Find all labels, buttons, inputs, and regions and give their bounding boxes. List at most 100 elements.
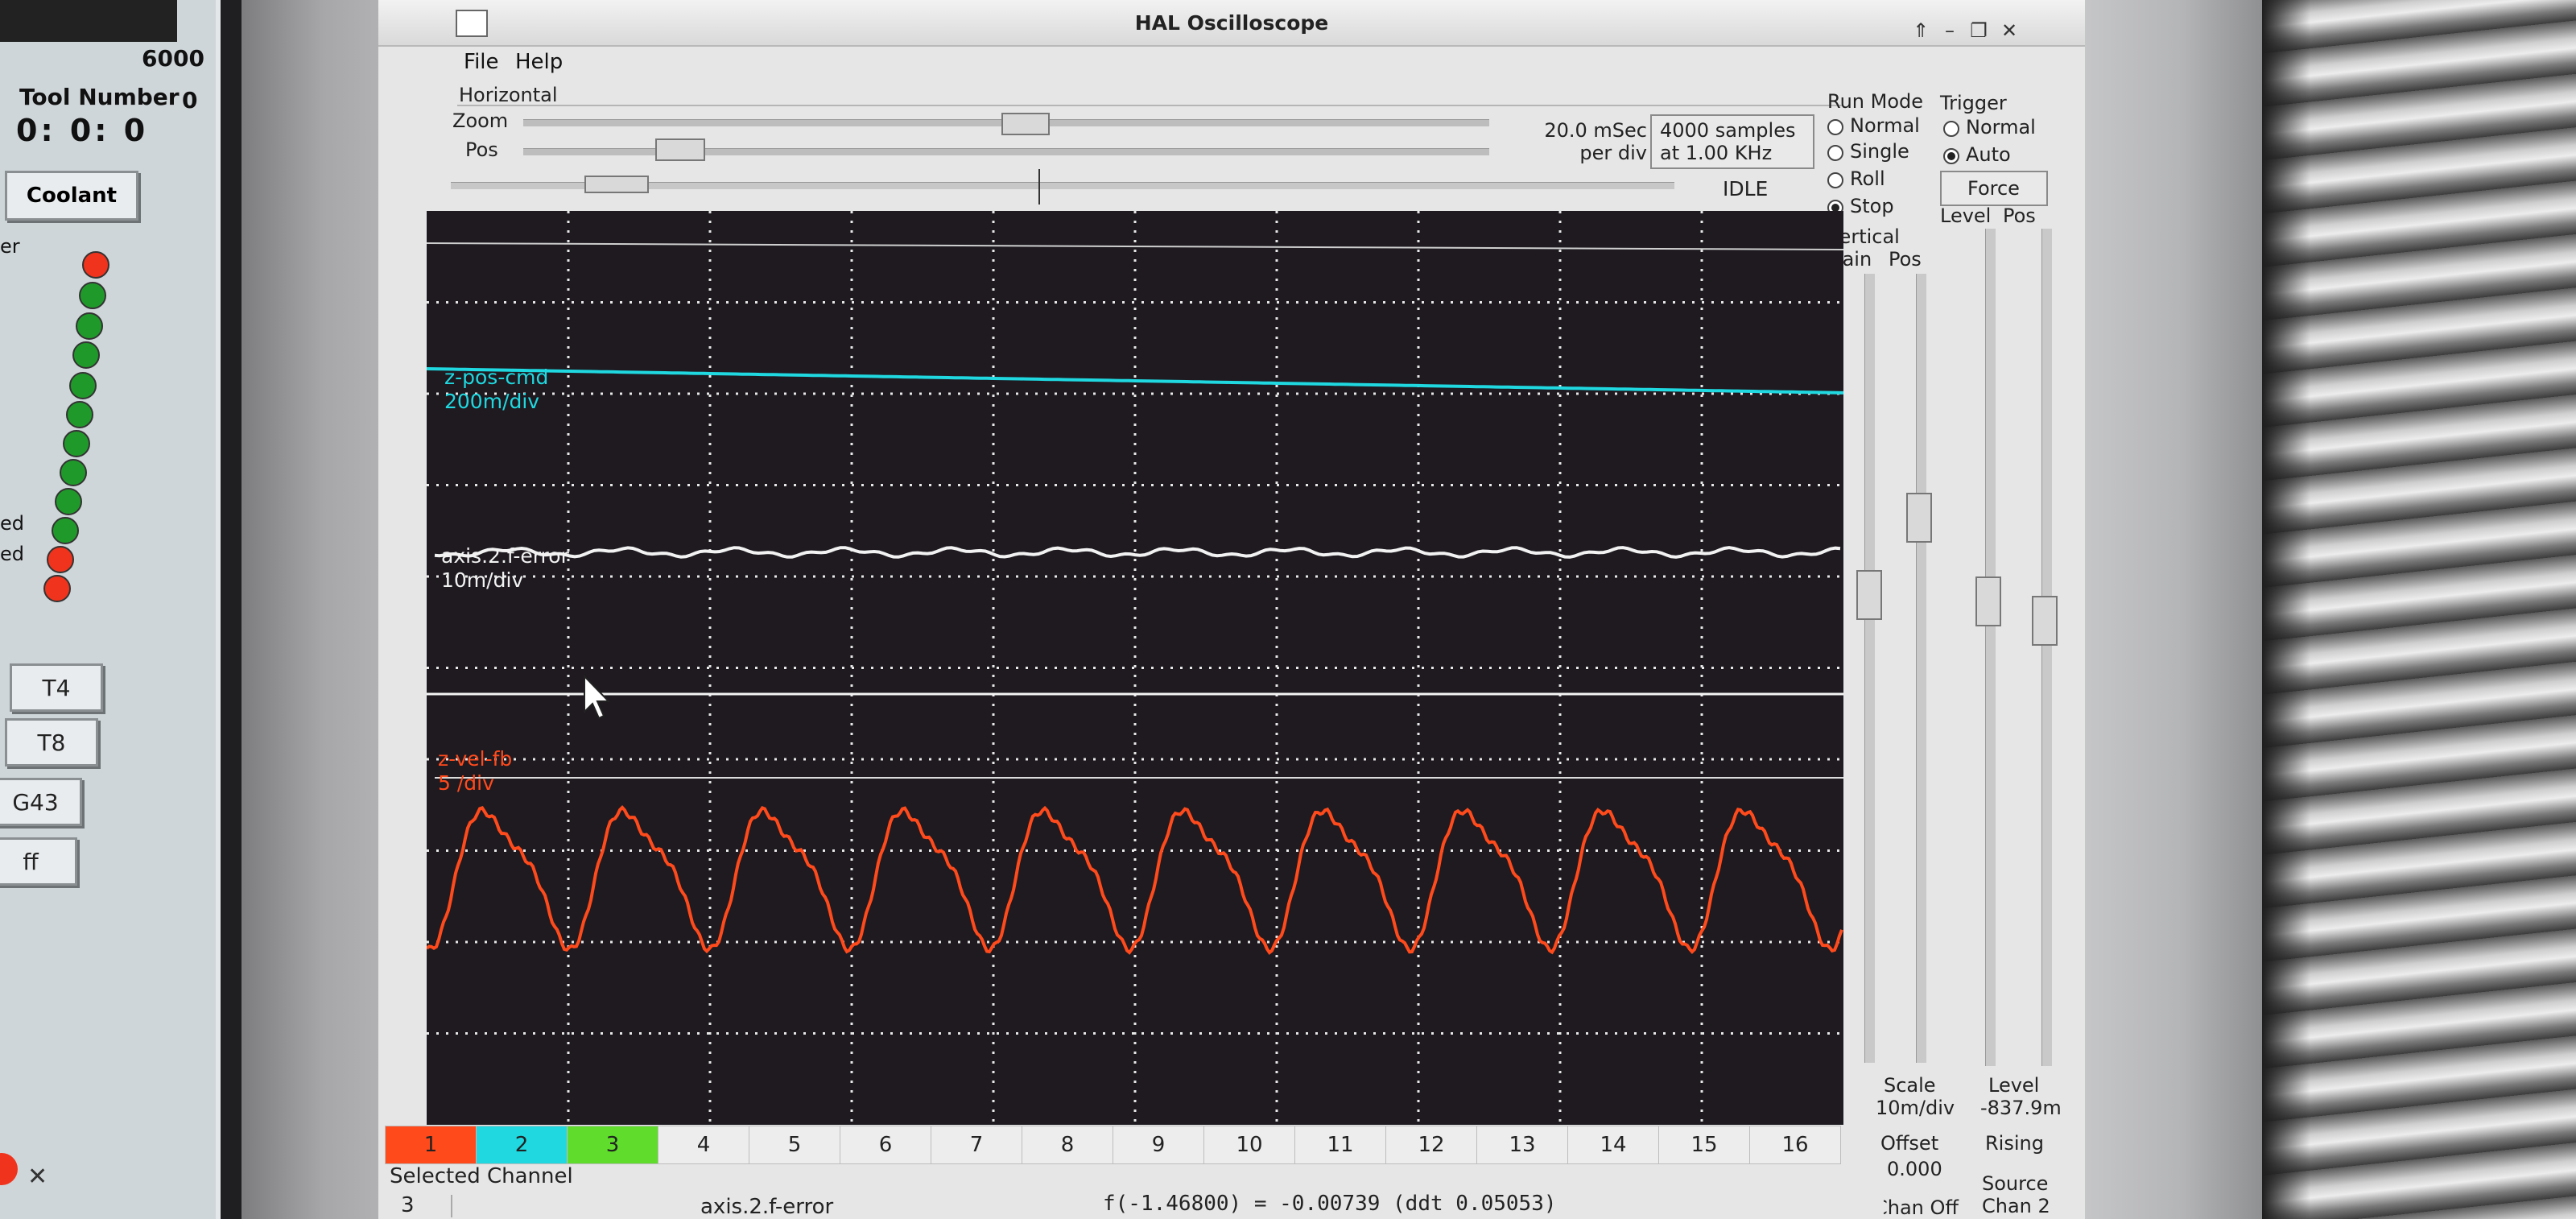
trigger-normal-radio[interactable] [1943,121,1959,137]
tool-t8-button[interactable]: T8 [5,718,98,767]
status-led [82,251,109,279]
sample-frequency: at 1.00 KHz [1660,142,1773,164]
channel-tab-6[interactable]: 6 [840,1126,931,1164]
window-title: HAL Oscilloscope [1134,11,1329,35]
cursor-readout: f(-1.46800) = -0.00739 (ddt 0.05053) [1103,1192,1557,1216]
channel-tab-1[interactable]: 1 [385,1126,477,1164]
top-display [0,0,177,42]
run-mode-single-label[interactable]: Single [1850,140,1909,163]
row-label: er [0,235,20,258]
acquire-state: IDLE [1723,177,1769,200]
channel-tab-7[interactable]: 7 [931,1126,1022,1164]
trigger-level-thumb[interactable] [1975,576,2001,626]
status-led [76,312,103,340]
run-mode-single-radio[interactable] [1827,145,1843,161]
pos-slider-thumb[interactable] [655,138,705,161]
trace-scale-z-pos-cmd: 200m/div [444,390,540,413]
trigger-pos-track[interactable] [2041,229,2052,1066]
maximize-icon[interactable]: ❐ [1966,18,1992,43]
coolant-button[interactable]: Coolant [5,171,138,221]
vertical-offset-label[interactable]: Offset [1880,1132,1938,1155]
channel-tab-14[interactable]: 14 [1567,1126,1659,1164]
record-position-thumb[interactable] [584,176,649,193]
scope-display[interactable]: z-pos-cmd 200m/div axis.2.f-error 10m/di… [427,211,1843,1125]
minimize-icon[interactable]: – [1937,18,1963,43]
trace-label-z-vel-fb: z-vel-fb [438,747,513,771]
menu-help[interactable]: Help [515,50,563,74]
scope-canvas[interactable] [427,211,1843,1125]
status-led [66,401,93,428]
trigger-pos-thumb[interactable] [2032,596,2058,646]
status-led [43,575,71,602]
stop-icon[interactable] [0,1153,18,1185]
channel-tab-3[interactable]: 3 [567,1126,658,1164]
status-divider [451,1195,452,1217]
run-mode-label: Run Mode [1827,90,1924,113]
monitor-bezel-right [2061,0,2262,1219]
channel-tab-13[interactable]: 13 [1476,1126,1568,1164]
off-button[interactable]: ff [0,837,77,886]
trigger-pos-slider-label: Pos [2003,205,2036,227]
run-mode-normal-label[interactable]: Normal [1850,114,1920,137]
trigger-level-slider-label: Level [1940,205,1992,227]
channel-tab-12[interactable]: 12 [1385,1126,1477,1164]
status-row: Selected Channel 3 axis.2.f-error f(-1.4… [378,1164,1884,1219]
trigger-level-track[interactable] [1985,229,1996,1066]
status-led [69,372,97,399]
row-label: ed [0,512,24,535]
channel-tab-4[interactable]: 4 [658,1126,749,1164]
channel-tab-16[interactable]: 16 [1749,1126,1841,1164]
vertical-gain-track[interactable] [1864,274,1875,1063]
channel-tab-10[interactable]: 10 [1203,1126,1295,1164]
trigger-auto-label[interactable]: Auto [1966,143,2011,166]
sample-count: 4000 samples [1660,119,1796,142]
vertical-gain-thumb[interactable] [1856,570,1882,620]
close-icon[interactable]: ✕ [1996,18,2022,43]
force-trigger-button[interactable]: Force [1940,171,2048,206]
channel-tab-8[interactable]: 8 [1022,1126,1113,1164]
vertical-scale-label: Scale [1884,1074,1936,1097]
shade-icon[interactable]: ⇑ [1908,18,1934,43]
channel-tab-15[interactable]: 15 [1658,1126,1750,1164]
tool-t4-button[interactable]: T4 [10,663,103,712]
force-trigger-label: Force [1967,177,2020,200]
sample-rate-button[interactable]: 4000 samples at 1.00 KHz [1650,114,1814,169]
zoom-slider-thumb[interactable] [1001,113,1050,135]
zoom-label: Zoom [452,110,509,132]
close-icon[interactable]: ✕ [27,1163,47,1191]
time-per-div-value: 20.0 mSec [1544,119,1647,142]
hal-oscilloscope-window: HAL Oscilloscope ⇑ – ❐ ✕ File Help Horiz… [378,0,2085,1219]
vertical-pos-thumb[interactable] [1906,493,1932,543]
trigger-auto-radio[interactable] [1943,148,1959,164]
channel-tab-9[interactable]: 9 [1113,1126,1204,1164]
trace-label-z-pos-cmd: z-pos-cmd [444,366,549,389]
time-per-div-unit: per div [1579,142,1647,164]
trigger-source-label: Source [1982,1172,2049,1195]
status-led [63,430,90,457]
run-mode-stop-label[interactable]: Stop [1850,195,1894,217]
trigger-normal-label[interactable]: Normal [1966,116,2036,138]
run-mode-normal-radio[interactable] [1827,119,1843,135]
top-value: 6000 [142,45,204,72]
channel-tab-11[interactable]: 11 [1294,1126,1386,1164]
run-mode-roll-radio[interactable] [1827,172,1843,188]
vertical-pos-label: Pos [1889,248,1922,271]
trigger-source-button[interactable]: Chan 2 [1982,1195,2050,1217]
menu-file[interactable]: File [464,50,499,74]
trigger-edge-button[interactable]: Rising [1985,1132,2044,1155]
g43-button[interactable]: G43 [0,778,82,826]
selected-channel-number: 3 [401,1193,415,1217]
channel-tab-2[interactable]: 2 [476,1126,568,1164]
vertical-pos-track[interactable] [1916,274,1926,1063]
status-led [60,459,87,486]
run-mode-roll-label[interactable]: Roll [1850,167,1885,190]
channel-tab-5[interactable]: 5 [749,1126,840,1164]
status-led [79,282,106,309]
trigger-label: Trigger [1940,92,2007,114]
chan-off-button[interactable]: Chan Off [1874,1196,1959,1219]
trace-scale-z-vel-fb: 5 /div [438,771,494,795]
selected-channel-signal: axis.2.f-error [700,1195,834,1219]
vertical-scale-value: 10m/div [1876,1097,1955,1119]
trigger-level-value: -837.9m [1980,1097,2062,1119]
vertical-offset-value[interactable]: 0.000 [1887,1158,1942,1180]
